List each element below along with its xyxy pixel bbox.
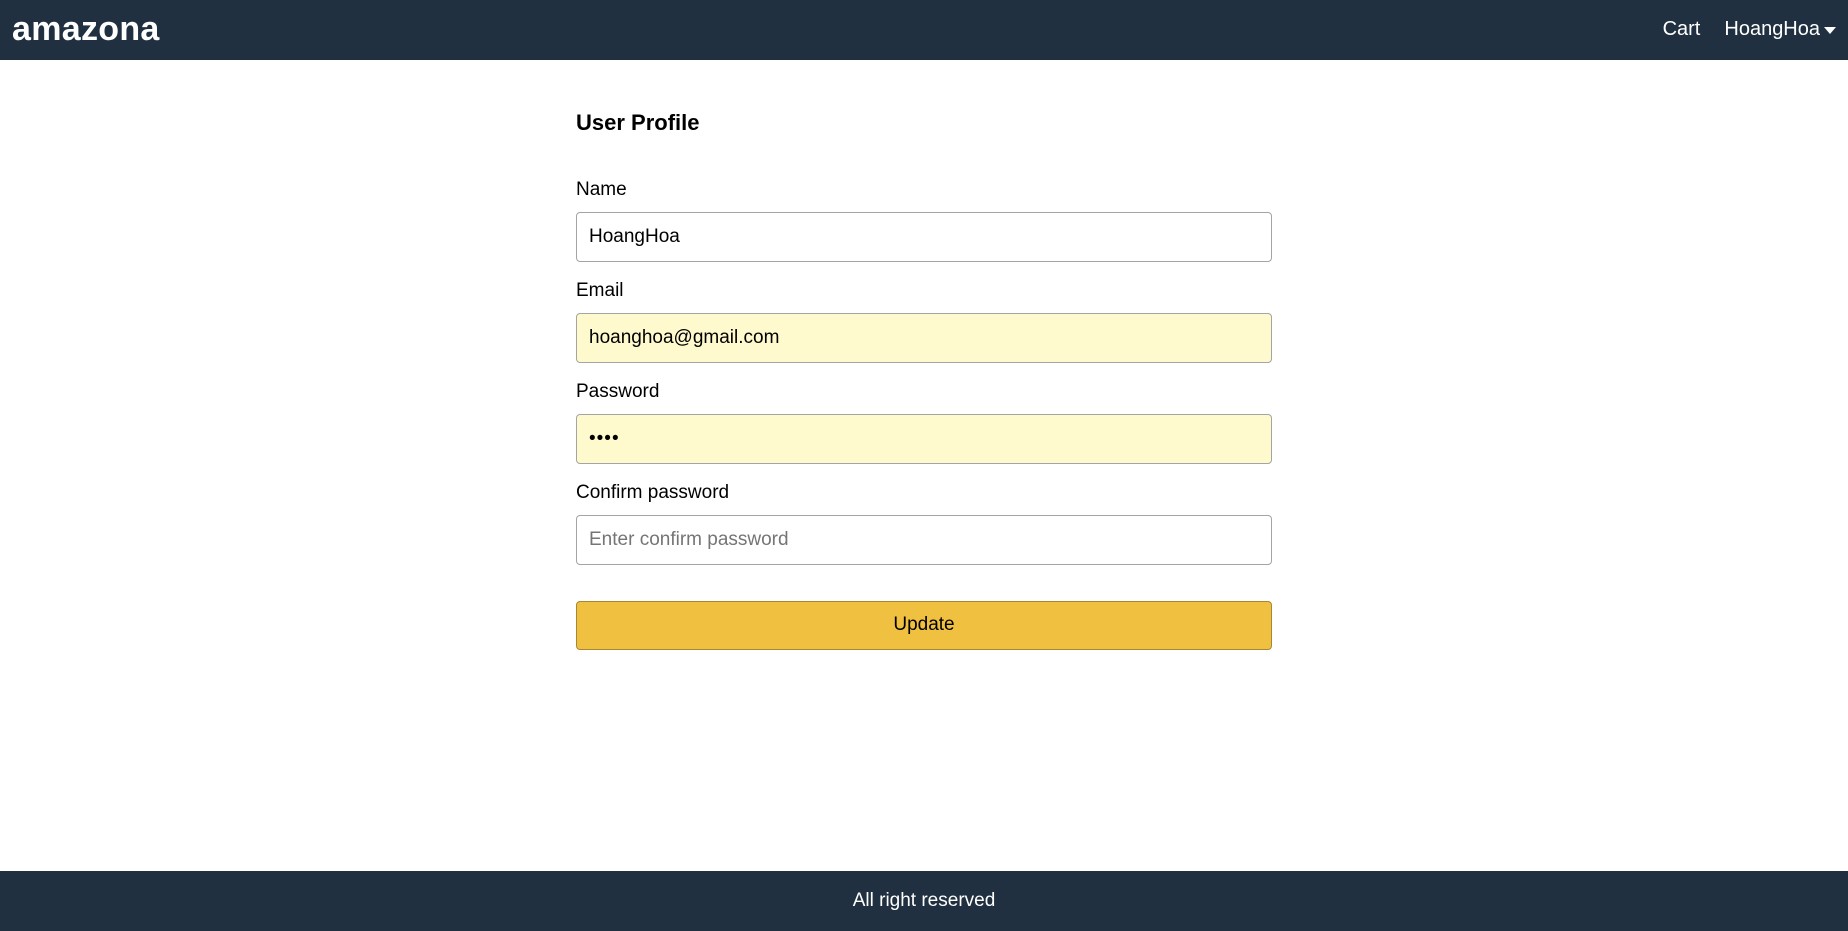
password-field-group: Password (576, 381, 1272, 464)
profile-form: User Profile Name Email Password Confirm… (576, 60, 1272, 650)
email-input[interactable] (576, 312, 1272, 363)
footer-text: All right reserved (852, 890, 996, 911)
email-field-group: Email (576, 280, 1272, 363)
password-label: Password (576, 380, 660, 402)
header: amazona Cart HoangHoa (0, 0, 1848, 60)
update-button[interactable]: Update (576, 600, 1272, 650)
name-field-group: Name (576, 179, 1272, 263)
page-title: User Profile (576, 110, 700, 135)
confirm-password-label: Confirm password (576, 481, 730, 503)
user-menu-dropdown[interactable]: HoangHoa (1724, 18, 1836, 41)
header-nav: Cart HoangHoa (1663, 18, 1836, 41)
user-name-label: HoangHoa (1724, 17, 1820, 40)
page: amazona Cart HoangHoa User Profile Name … (0, 0, 1848, 931)
brand-logo-link[interactable]: amazona (12, 12, 160, 46)
confirm-password-input[interactable] (576, 514, 1272, 565)
footer: All right reserved (0, 871, 1848, 931)
cart-link[interactable]: Cart (1663, 18, 1701, 41)
name-label: Name (576, 179, 627, 201)
name-input[interactable] (576, 212, 1272, 263)
caret-down-icon (1824, 26, 1836, 34)
email-label: Email (576, 280, 624, 302)
password-input[interactable] (576, 413, 1272, 464)
confirm-password-field-group: Confirm password (576, 482, 1272, 565)
update-button-row: Update (576, 600, 1272, 650)
